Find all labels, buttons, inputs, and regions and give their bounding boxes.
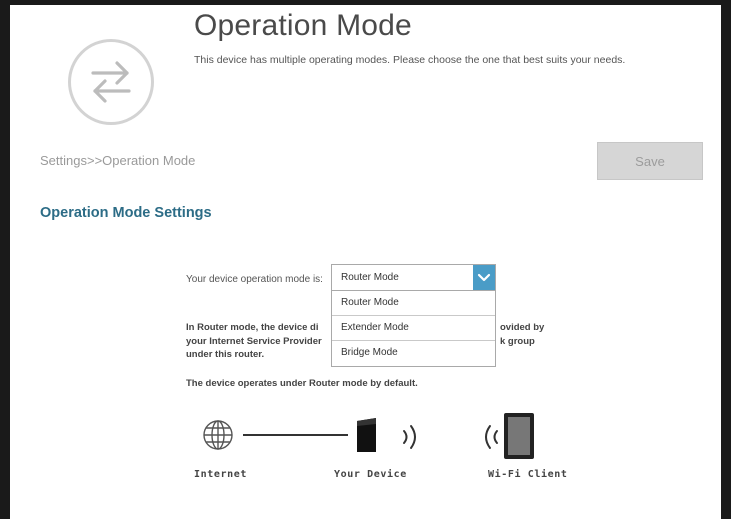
description-line: k group	[500, 335, 535, 347]
description-line: your Internet Service Provider	[186, 335, 322, 347]
description-line: ovided by	[500, 322, 545, 333]
tablet-icon	[503, 412, 535, 465]
save-button[interactable]: Save	[597, 142, 703, 180]
wifi-signal-icon	[401, 423, 421, 456]
page-title: Operation Mode	[194, 9, 412, 42]
breadcrumb: Settings>>Operation Mode	[40, 153, 196, 168]
option-router-mode[interactable]: Router Mode	[332, 291, 495, 316]
section-title: Operation Mode Settings	[40, 205, 212, 221]
swap-arrows-icon	[68, 39, 154, 125]
option-bridge-mode[interactable]: Bridge Mode	[332, 341, 495, 366]
operation-mode-label: Your device operation mode is:	[186, 274, 323, 285]
chevron-down-icon[interactable]	[473, 265, 495, 290]
app-frame: Operation Mode This device has multiple …	[10, 5, 721, 519]
your-device-label: Your Device	[334, 469, 407, 480]
description-line: under this router.	[186, 349, 265, 360]
option-extender-mode[interactable]: Extender Mode	[332, 316, 495, 341]
mode-description-right: ovided by k group	[500, 321, 544, 348]
router-icon	[354, 417, 380, 458]
page-subtitle: This device has multiple operating modes…	[194, 54, 626, 66]
operation-mode-dropdown: Router Mode Extender Mode Bridge Mode	[331, 290, 496, 367]
description-line: In Router mode, the device di	[186, 322, 319, 333]
wifi-signal-icon	[480, 423, 500, 456]
default-mode-note: The device operates under Router mode by…	[186, 378, 418, 389]
connection-line	[243, 434, 348, 436]
mode-description-left: In Router mode, the device di your Inter…	[186, 321, 336, 362]
selected-mode-value: Router Mode	[341, 272, 399, 283]
globe-icon	[202, 419, 234, 456]
operation-mode-select[interactable]: Router Mode	[331, 264, 496, 291]
wifi-client-label: Wi-Fi Client	[488, 469, 568, 480]
internet-label: Internet	[194, 469, 247, 480]
